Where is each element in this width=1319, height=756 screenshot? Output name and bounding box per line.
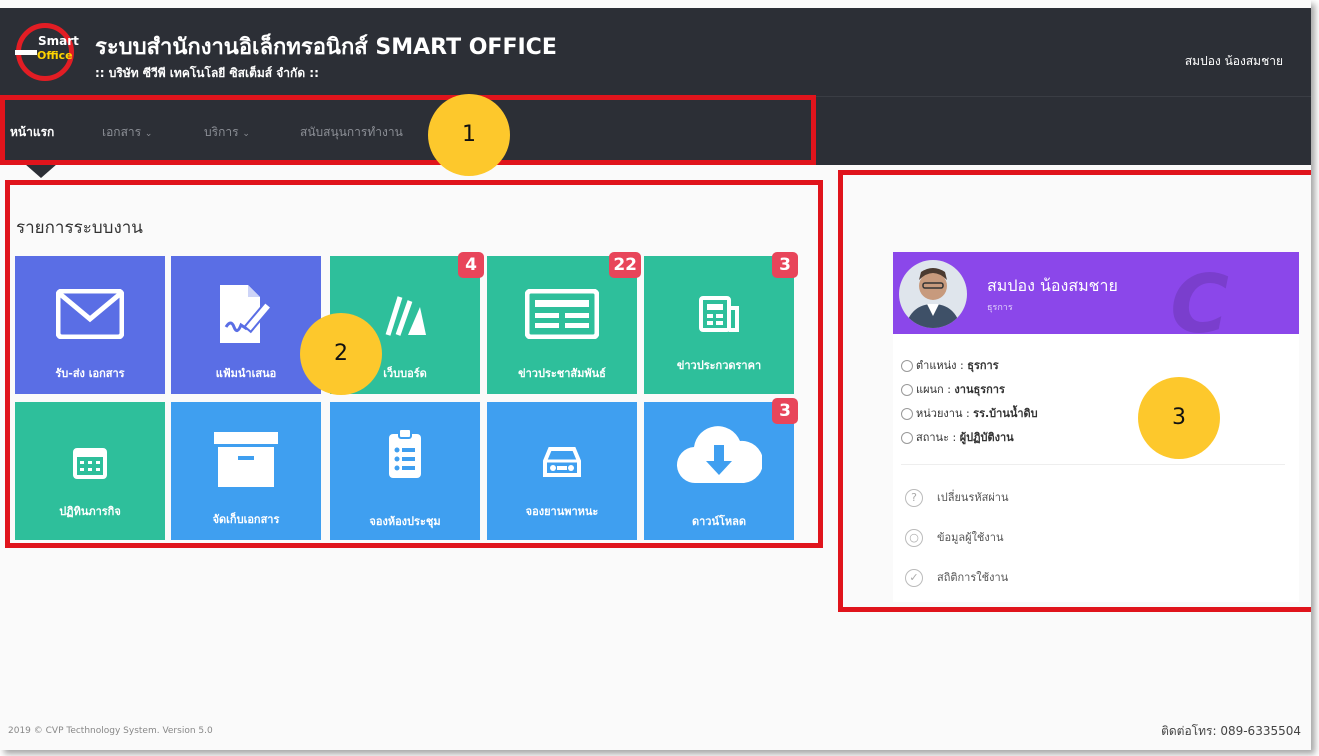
nav-active-indicator (25, 164, 57, 178)
footer-contact: ติดต่อโทร: 089-6335504 (1161, 724, 1301, 738)
app-window: Smart Office ระบบสำนักงานอิเล็กทรอนิกส์ … (0, 0, 1311, 750)
annotation-marker-3: 3 (1138, 377, 1220, 459)
company-subtitle: :: บริษัท ซีวีพี เทคโนโลยี ซิสเต็มส์ จำก… (95, 66, 319, 80)
logo-bar (15, 50, 37, 55)
annotation-box-3 (838, 170, 1311, 612)
annotation-box-1 (0, 95, 816, 165)
logo-text-office: Office (37, 49, 73, 62)
app-title: ระบบสำนักงานอิเล็กทรอนิกส์ SMART OFFICE (95, 35, 557, 60)
annotation-box-2 (5, 180, 823, 548)
user-menu[interactable]: สมปอง น้องสมชาย (1185, 52, 1283, 71)
annotation-marker-1: 1 (428, 94, 510, 176)
logo-text-smart: Smart (38, 34, 79, 48)
annotation-marker-2: 2 (300, 313, 382, 395)
smart-office-logo[interactable]: Smart Office (15, 23, 79, 81)
footer-copyright: 2019 © CVP Tecthnology System. Version 5… (8, 726, 213, 736)
top-header: Smart Office ระบบสำนักงานอิเล็กทรอนิกส์ … (0, 8, 1311, 96)
